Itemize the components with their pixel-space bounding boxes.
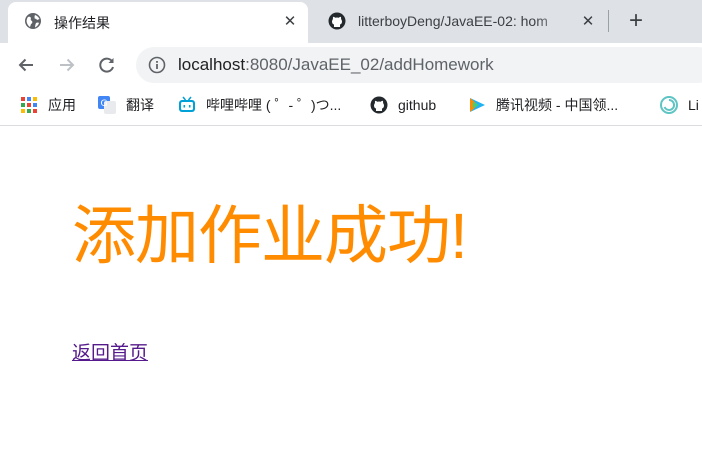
bookmark-translate[interactable]: G 翻译 — [98, 94, 154, 116]
bookmark-tencent-video[interactable]: 腾讯视频 - 中国领... — [468, 94, 618, 116]
bookmark-label: 翻译 — [126, 97, 154, 113]
bookmark-label: 腾讯视频 - 中国领... — [496, 97, 619, 113]
bookmark-label: 哔哩哔哩 ( ゜- ゜)つ... — [206, 97, 342, 113]
bookmark-label: 应用 — [48, 97, 76, 113]
tab-title: 操作结果 — [54, 15, 110, 31]
bookmarks-bar: 应用 G 翻译 哔哩哔哩 ( ゜- ゜)つ... github 腾讯视频 - 中… — [0, 87, 702, 126]
url-path: :8080/JavaEE_02/addHomework — [245, 55, 494, 74]
close-icon[interactable]: ✕ — [578, 11, 598, 31]
globe-icon — [24, 12, 42, 30]
github-icon — [370, 96, 388, 114]
tab-inactive[interactable]: litterboyDeng/JavaEE-02: hom ✕ — [312, 2, 608, 43]
bookmark-li[interactable]: Li — [660, 94, 699, 116]
translate-icon: G — [98, 96, 116, 114]
bookmark-label: Li — [688, 97, 699, 113]
tab-active[interactable]: 操作结果 ✕ — [8, 2, 308, 43]
address-bar[interactable]: localhost:8080/JavaEE_02/addHomework — [136, 47, 702, 83]
tab-title-fade — [534, 10, 574, 32]
bookmark-github[interactable]: github — [370, 94, 436, 116]
bilibili-icon — [178, 96, 196, 114]
tencent-video-icon — [468, 96, 486, 114]
tab-separator — [608, 10, 609, 32]
plus-icon[interactable]: + — [624, 7, 648, 34]
arrow-left-icon[interactable] — [14, 53, 38, 77]
arrow-right-icon[interactable] — [55, 53, 79, 77]
browser-toolbar: localhost:8080/JavaEE_02/addHomework — [0, 43, 702, 87]
swirl-icon — [660, 96, 678, 114]
bookmark-label: github — [398, 97, 437, 113]
close-icon[interactable]: ✕ — [280, 11, 300, 31]
bookmark-apps[interactable]: 应用 — [20, 94, 76, 116]
svg-text:G: G — [101, 99, 108, 109]
bookmark-bilibili[interactable]: 哔哩哔哩 ( ゜- ゜)つ... — [178, 94, 341, 116]
github-icon — [328, 12, 346, 30]
reload-icon[interactable] — [95, 53, 119, 77]
url-text: localhost:8080/JavaEE_02/addHomework — [178, 55, 494, 75]
home-link[interactable]: 返回首页 — [72, 338, 148, 365]
page-title: 添加作业成功! — [72, 200, 468, 272]
url-host: localhost — [178, 55, 246, 74]
apps-grid-icon — [20, 96, 38, 114]
info-icon[interactable] — [148, 56, 166, 74]
tab-strip: 操作结果 ✕ litterboyDeng/JavaEE-02: hom ✕ + — [0, 0, 702, 43]
